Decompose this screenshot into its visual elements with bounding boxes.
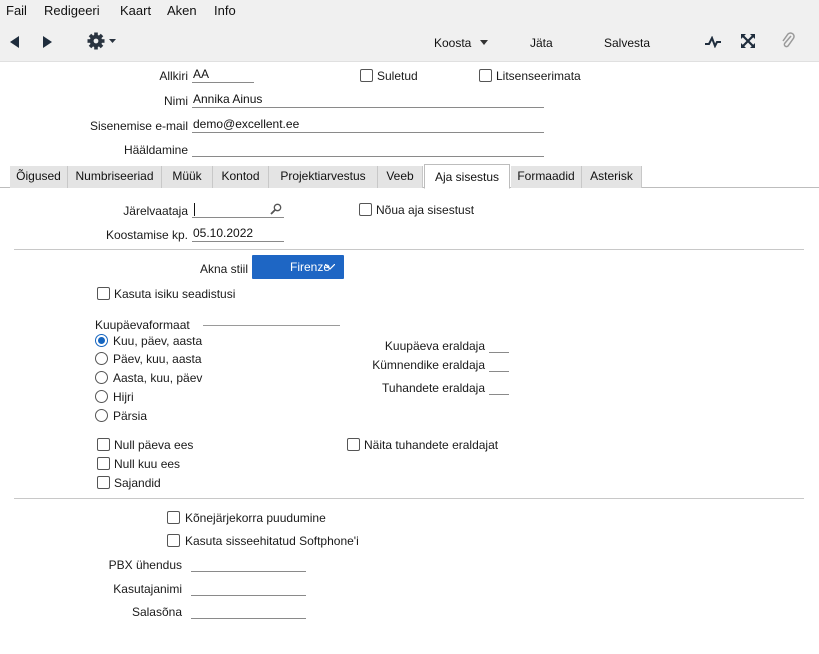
haaldamine-label: Hääldamine xyxy=(123,143,188,157)
radio-label-parsia: Pärsia xyxy=(113,409,148,423)
menu-info[interactable]: Info xyxy=(214,3,236,18)
tab-aja-sisestus[interactable]: Aja sisestus xyxy=(424,164,510,189)
naita-tuhandete-label: Näita tuhandete eraldajat xyxy=(364,438,499,452)
konejarjekorra-label: Kõnejärjekorra puudumine xyxy=(185,511,326,525)
sajandid-checkbox[interactable] xyxy=(97,476,110,489)
radio-label-hijri: Hijri xyxy=(113,390,134,404)
radio-kuu-paev-aasta[interactable] xyxy=(95,334,108,347)
kasuta-isiku-label: Kasuta isiku seadistusi xyxy=(114,287,236,301)
naita-tuhandete-checkbox[interactable] xyxy=(347,438,360,451)
forward-arrow-icon[interactable] xyxy=(42,36,52,48)
kasuta-isiku-checkbox[interactable] xyxy=(97,287,110,300)
gear-icon[interactable] xyxy=(87,32,117,50)
nimi-label: Nimi xyxy=(164,94,188,108)
kuupaevaformaat-line xyxy=(203,325,340,326)
tab-projektiarvestus[interactable]: Projektiarvestus xyxy=(269,166,378,188)
radio-hijri[interactable] xyxy=(95,390,108,403)
konejarjekorra-checkbox[interactable] xyxy=(167,511,180,524)
null-paeva-label: Null päeva ees xyxy=(114,438,194,452)
menu-bar: Fail Redigeeri Kaart Aken Info xyxy=(0,0,819,22)
pbx-field[interactable] xyxy=(191,556,306,572)
radio-label-paev-kuu-aasta: Päev, kuu, aasta xyxy=(113,352,202,366)
litsenseerimata-label: Litsenseerimata xyxy=(496,69,581,83)
attachment-icon[interactable] xyxy=(781,32,795,50)
toolbar: Koosta Jäta Salvesta xyxy=(0,22,819,62)
tab-strip: Õigused Numbriseeriad Müük Kontod Projek… xyxy=(0,164,819,189)
suletud-label: Suletud xyxy=(377,69,418,83)
radio-aasta-kuu-paev[interactable] xyxy=(95,371,108,384)
null-kuu-checkbox[interactable] xyxy=(97,457,110,470)
pbx-label: PBX ühendus xyxy=(108,558,182,572)
softphone-checkbox[interactable] xyxy=(167,534,180,547)
noua-aja-sisestust-checkbox[interactable] xyxy=(359,203,372,216)
text-cursor xyxy=(194,203,195,216)
radio-parsia[interactable] xyxy=(95,409,108,422)
allkiri-field[interactable]: AA xyxy=(192,67,254,83)
activity-icon[interactable] xyxy=(705,36,721,48)
tab-asterisk[interactable]: Asterisk xyxy=(582,166,642,188)
radio-label-kuu-paev-aasta: Kuu, päev, aasta xyxy=(113,334,203,348)
litsenseerimata-checkbox[interactable] xyxy=(479,69,492,82)
email-field[interactable]: demo@excellent.ee xyxy=(192,117,544,133)
tab-muuk[interactable]: Müük xyxy=(162,166,213,188)
menu-redigeeri[interactable]: Redigeeri xyxy=(44,3,100,18)
null-paeva-checkbox[interactable] xyxy=(97,438,110,451)
menu-fail[interactable]: Fail xyxy=(6,3,27,18)
tab-numbriseeriad[interactable]: Numbriseeriad xyxy=(68,166,162,188)
salasona-label: Salasõna xyxy=(131,605,182,619)
kuupaeva-eraldaja-label: Kuupäeva eraldaja xyxy=(384,339,485,353)
search-icon[interactable] xyxy=(270,203,282,215)
back-arrow-icon[interactable] xyxy=(10,36,20,48)
chevron-down-icon xyxy=(325,264,335,270)
expand-icon[interactable] xyxy=(741,34,755,48)
tab-oigused[interactable]: Õigused xyxy=(10,166,68,188)
salvesta-button[interactable]: Salvesta xyxy=(604,36,650,50)
tab-formaadid[interactable]: Formaadid xyxy=(511,166,582,188)
akna-stil-value: Firenze xyxy=(290,260,331,274)
akna-stil-label: Akna stiil xyxy=(199,262,248,276)
tuhandete-eraldaja-field[interactable] xyxy=(489,379,509,395)
menu-aken[interactable]: Aken xyxy=(167,3,197,18)
kymnendike-eraldaja-label: Kümnendike eraldaja xyxy=(372,358,485,372)
kasutajanimi-label: Kasutajanimi xyxy=(113,582,182,596)
akna-stil-dropdown[interactable]: Firenze xyxy=(252,255,344,279)
menu-kaart[interactable]: Kaart xyxy=(120,3,151,18)
koostamise-field[interactable]: 05.10.2022 xyxy=(192,226,284,242)
kuupaeva-eraldaja-field[interactable] xyxy=(489,337,509,353)
allkiri-label: Allkiri xyxy=(159,69,188,83)
radio-paev-kuu-aasta[interactable] xyxy=(95,352,108,365)
koostamise-label: Koostamise kp. xyxy=(105,228,188,242)
divider xyxy=(14,249,804,250)
noua-aja-sisestust-label: Nõua aja sisestust xyxy=(376,203,475,217)
kuupaevaformaat-label: Kuupäevaformaat xyxy=(95,318,190,332)
radio-label-aasta-kuu-paev: Aasta, kuu, päev xyxy=(113,371,203,385)
tab-veeb[interactable]: Veeb xyxy=(378,166,423,188)
koosta-button[interactable]: Koosta xyxy=(434,36,471,50)
nimi-field[interactable]: Annika Ainus xyxy=(192,92,544,108)
kymnendike-eraldaja-field[interactable] xyxy=(489,356,509,372)
jarelvaataja-label: Järelvaataja xyxy=(123,204,188,218)
jata-button[interactable]: Jäta xyxy=(530,36,553,50)
kasutajanimi-field[interactable] xyxy=(191,580,306,596)
sajandid-label: Sajandid xyxy=(114,476,161,490)
tab-kontod[interactable]: Kontod xyxy=(213,166,269,188)
suletud-checkbox[interactable] xyxy=(360,69,373,82)
salasona-field[interactable] xyxy=(191,603,306,619)
divider xyxy=(14,498,804,499)
null-kuu-label: Null kuu ees xyxy=(114,457,181,471)
email-label: Sisenemise e-mail xyxy=(89,119,188,133)
chevron-down-icon xyxy=(480,40,488,45)
haaldamine-field[interactable] xyxy=(192,141,544,157)
softphone-label: Kasuta sisseehitatud Softphone'i xyxy=(185,534,359,548)
tuhandete-eraldaja-label: Tuhandete eraldaja xyxy=(382,381,485,395)
